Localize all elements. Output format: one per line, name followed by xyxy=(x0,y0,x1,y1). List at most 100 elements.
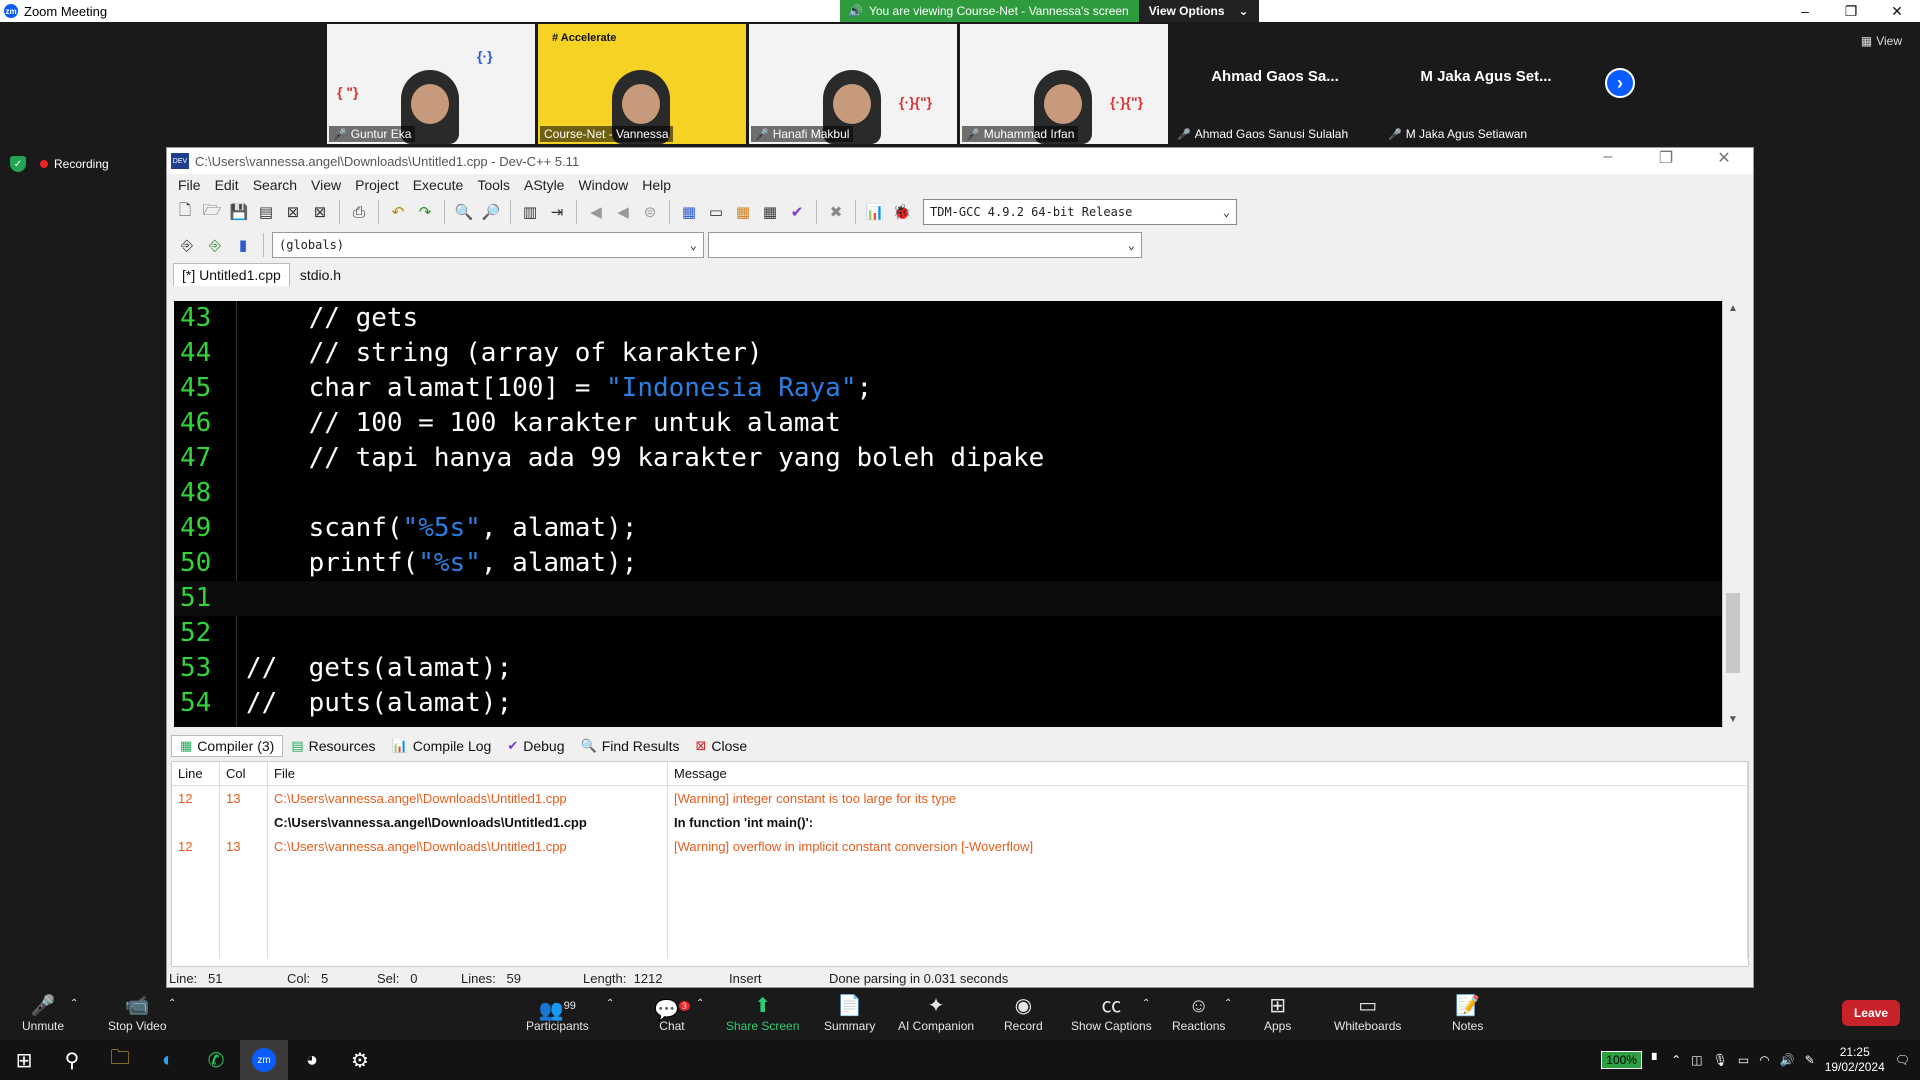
close-all-icon[interactable]: ⊠ xyxy=(308,200,332,224)
chat-options-button[interactable]: ⌃ xyxy=(696,998,704,1009)
menu-edit[interactable]: Edit xyxy=(208,177,246,193)
menu-execute[interactable]: Execute xyxy=(406,177,471,193)
save-icon[interactable]: 💾 xyxy=(227,200,251,224)
apps-button[interactable]: ⊞ Apps xyxy=(1264,993,1291,1033)
reactions-button[interactable]: ☺ Reactions xyxy=(1172,993,1225,1033)
maximize-button[interactable]: ❐ xyxy=(1828,0,1874,22)
menu-view[interactable]: View xyxy=(304,177,348,193)
summary-button[interactable]: 📄 Summary xyxy=(824,993,875,1033)
participant-tile[interactable]: { "} {·} 🎤 Guntur Eka xyxy=(327,24,535,144)
close-button[interactable]: ✕ xyxy=(1874,0,1920,22)
participants-options-button[interactable]: ⌃ xyxy=(606,998,614,1009)
menu-tools[interactable]: Tools xyxy=(470,177,517,193)
tab-stdio[interactable]: stdio.h xyxy=(292,264,349,286)
menu-astyle[interactable]: AStyle xyxy=(517,177,571,193)
save-all-icon[interactable]: ▤ xyxy=(254,200,278,224)
compile-run-icon[interactable]: ▦ xyxy=(731,200,755,224)
notes-button[interactable]: 📝 Notes xyxy=(1452,993,1483,1033)
tab-untitled1[interactable]: [*] Untitled1.cpp xyxy=(173,263,290,286)
find-icon[interactable]: 🔍 xyxy=(452,200,476,224)
windows-start-icon[interactable]: ⊞ xyxy=(0,1040,48,1080)
tab-compiler[interactable]: ▦ Compiler (3) xyxy=(171,735,284,757)
participant-tile[interactable]: M Jaka Agus Set... 🎤 M Jaka Agus Setiawan xyxy=(1382,24,1590,144)
col-col[interactable]: Col xyxy=(220,762,268,785)
leave-button[interactable]: Leave xyxy=(1841,1000,1900,1026)
tab-resources[interactable]: ▤ Resources xyxy=(283,736,383,756)
tray-app-icon[interactable]: ▘ xyxy=(1652,1053,1661,1067)
camera-icon[interactable]: ◫ xyxy=(1691,1053,1702,1067)
editor-scrollbar[interactable]: ▲ ▼ xyxy=(1722,301,1742,727)
col-message[interactable]: Message xyxy=(668,762,1748,785)
view-options-button[interactable]: View Options ⌄ xyxy=(1138,0,1259,22)
profile-icon[interactable]: 📊 xyxy=(863,200,887,224)
minimize-button[interactable]: – xyxy=(1782,0,1828,22)
run-icon[interactable]: ▭ xyxy=(704,200,728,224)
chat-button[interactable]: 💬 3 Chat xyxy=(654,993,690,1033)
close-file-icon[interactable]: ⊠ xyxy=(281,200,305,224)
participant-tile[interactable]: {·}{"} 🎤 Muhammad Irfan xyxy=(960,24,1168,144)
indent-icon[interactable]: ▥ xyxy=(518,200,542,224)
tab-debug[interactable]: ✔ Debug xyxy=(499,736,572,756)
notifications-icon[interactable]: 🗨 xyxy=(1895,1053,1910,1067)
col-line[interactable]: Line xyxy=(172,762,220,785)
devcpp-app-icon[interactable]: ◕ xyxy=(288,1040,336,1080)
compiler-select[interactable]: TDM-GCC 4.9.2 64-bit Release ⌄ xyxy=(923,199,1237,225)
forward-icon[interactable]: ◀ xyxy=(611,200,635,224)
print-icon[interactable]: ⎙ xyxy=(347,200,371,224)
toggle-bookmark-icon[interactable]: ⎆ xyxy=(203,233,227,257)
view-layout-button[interactable]: ▦ View xyxy=(1861,34,1902,48)
table-row[interactable]: C:\Users\vannessa.angel\Downloads\Untitl… xyxy=(172,810,1748,834)
tab-close[interactable]: ⊠ Close xyxy=(688,736,756,756)
close-button[interactable]: ✕ xyxy=(1695,148,1753,168)
tab-compile-log[interactable]: 📊 Compile Log xyxy=(384,736,500,756)
record-button[interactable]: ◉ Record xyxy=(1004,993,1043,1033)
compile-icon[interactable]: ▦ xyxy=(677,200,701,224)
zoom-app-icon[interactable]: zm xyxy=(240,1040,288,1080)
next-page-button[interactable]: › xyxy=(1605,68,1635,98)
menu-project[interactable]: Project xyxy=(348,177,406,193)
participant-tile[interactable]: {·}{"} 🎤 Hanafi Makbul xyxy=(749,24,957,144)
chevron-up-icon[interactable]: ⌃ xyxy=(1671,1053,1681,1067)
debug-icon[interactable]: 🐞 xyxy=(890,200,914,224)
rebuild-icon[interactable]: ▦ xyxy=(758,200,782,224)
edge-browser-icon[interactable]: ◐ xyxy=(144,1040,192,1080)
replace-icon[interactable]: 🔎 xyxy=(479,200,503,224)
microphone-icon[interactable]: 🎙 xyxy=(1713,1053,1728,1067)
undo-icon[interactable]: ↶ xyxy=(386,200,410,224)
share-screen-button[interactable]: ⬆ Share Screen xyxy=(726,993,799,1033)
table-row[interactable]: 12 13 C:\Users\vannessa.angel\Downloads\… xyxy=(172,786,1748,810)
settings-gear-icon[interactable]: ⚙ xyxy=(336,1040,384,1080)
battery-icon[interactable]: ▭ xyxy=(1738,1053,1749,1067)
file-explorer-icon[interactable]: 🗀 xyxy=(96,1040,144,1080)
redo-icon[interactable]: ↷ xyxy=(413,200,437,224)
menu-file[interactable]: File xyxy=(171,177,208,193)
pen-icon[interactable]: ✎ xyxy=(1805,1053,1815,1067)
member-select[interactable]: ⌄ xyxy=(708,232,1142,258)
participant-tile[interactable]: Ahmad Gaos Sa... 🎤 Ahmad Gaos Sanusi Sula… xyxy=(1171,24,1379,144)
stop-video-button[interactable]: 📹 Stop Video xyxy=(108,993,167,1033)
open-file-icon[interactable]: 🗁 xyxy=(200,200,224,224)
menu-window[interactable]: Window xyxy=(571,177,635,193)
participants-button[interactable]: 👥99 Participants xyxy=(526,993,589,1033)
ai-companion-button[interactable]: ✦ AI Companion xyxy=(898,993,974,1033)
menu-help[interactable]: Help xyxy=(635,177,678,193)
stop-execution-icon[interactable]: ✖ xyxy=(824,200,848,224)
col-file[interactable]: File xyxy=(268,762,668,785)
captions-options-button[interactable]: ⌃ xyxy=(1142,998,1150,1009)
scope-select[interactable]: (globals) ⌄ xyxy=(272,232,704,258)
reactions-options-button[interactable]: ⌃ xyxy=(1224,998,1232,1009)
battery-indicator[interactable]: 100% xyxy=(1601,1051,1642,1069)
back-icon[interactable]: ◀ xyxy=(584,200,608,224)
goto-bookmark-icon[interactable]: ▮ xyxy=(231,233,255,257)
unmute-button[interactable]: 🎤 Unmute xyxy=(22,993,64,1033)
video-options-button[interactable]: ⌃ xyxy=(168,998,176,1009)
restore-button[interactable]: ❐ xyxy=(1637,148,1695,168)
participant-tile[interactable]: # Accelerate Course-Net - Vannessa xyxy=(538,24,746,144)
unindent-icon[interactable]: ⇥ xyxy=(545,200,569,224)
scroll-thumb[interactable] xyxy=(1726,593,1740,673)
wifi-icon[interactable]: ◠ xyxy=(1759,1053,1769,1067)
tab-find-results[interactable]: 🔍 Find Results xyxy=(573,736,688,756)
audio-options-button[interactable]: ⌃ xyxy=(70,998,78,1009)
new-file-icon[interactable]: 🗋 xyxy=(173,200,197,224)
table-row[interactable]: 12 13 C:\Users\vannessa.angel\Downloads\… xyxy=(172,834,1748,858)
